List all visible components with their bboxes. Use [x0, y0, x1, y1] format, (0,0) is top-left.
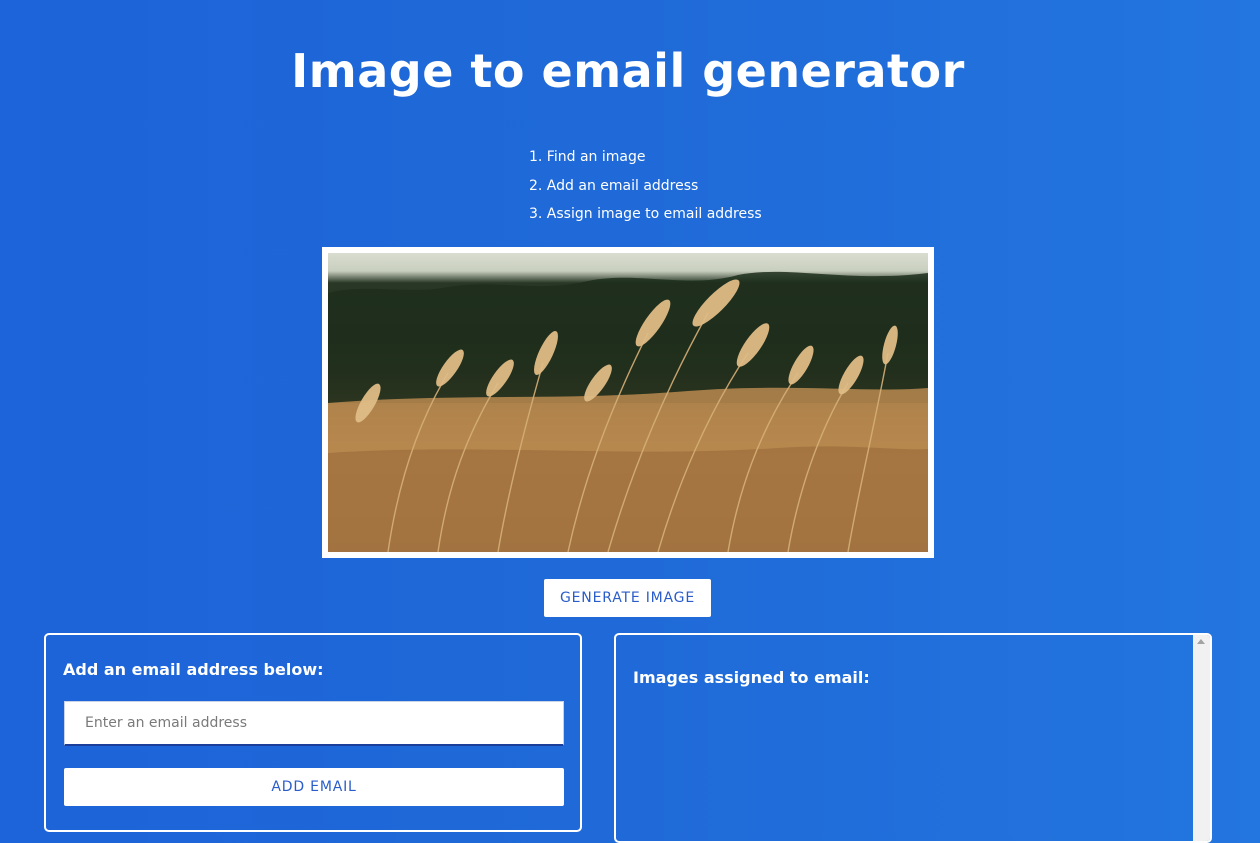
generate-image-button[interactable]: GENERATE IMAGE	[544, 579, 711, 617]
panel-scrollbar[interactable]	[1193, 635, 1210, 841]
scroll-up-arrow-icon[interactable]	[1197, 639, 1205, 644]
step-item: 3. Assign image to email address	[529, 206, 762, 222]
assigned-images-heading: Images assigned to email:	[633, 668, 870, 687]
wheat-field-photo	[328, 271, 928, 552]
step-item: 1. Find an image	[529, 149, 646, 165]
add-email-panel: Add an email address below: ADD EMAIL	[44, 633, 582, 832]
email-input[interactable]	[64, 701, 564, 746]
instructions-list: 1. Find an image 2. Add an email address…	[529, 143, 762, 229]
generated-image	[328, 253, 928, 552]
step-item: 2. Add an email address	[529, 177, 699, 194]
add-email-button[interactable]: ADD EMAIL	[64, 768, 564, 806]
assigned-images-panel: Images assigned to email:	[614, 633, 1212, 843]
add-email-heading: Add an email address below:	[63, 660, 324, 679]
generated-image-frame	[322, 247, 934, 558]
page-title: Image to email generator	[291, 44, 965, 98]
